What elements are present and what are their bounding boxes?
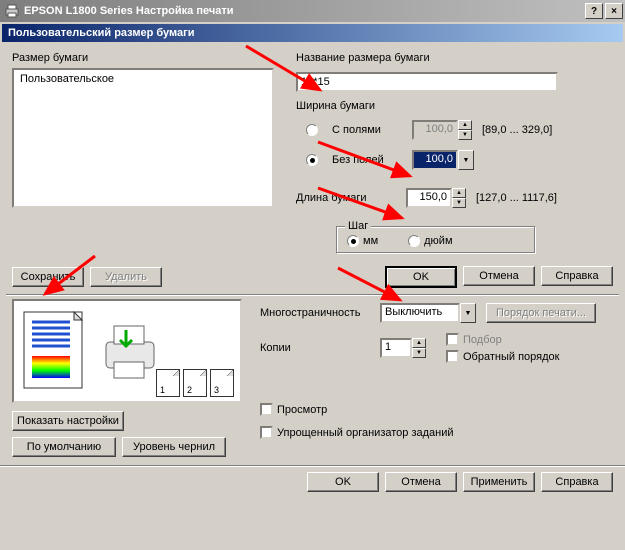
borderless-radio[interactable] <box>306 154 318 166</box>
size-name-label: Название размера бумаги <box>296 52 613 64</box>
cancel-button[interactable]: Отмена <box>463 266 535 286</box>
copies-spinner[interactable]: 1 ▲▼ <box>380 338 426 358</box>
length-range: [127,0 ... 1117,6] <box>476 192 557 204</box>
ok-button[interactable]: OK <box>385 266 457 288</box>
unit-label: Шаг <box>345 220 371 232</box>
multipage-combo[interactable]: Выключить ▼ <box>380 303 476 323</box>
help-button-upper[interactable]: Справка <box>541 266 613 286</box>
chevron-down-icon: ▼ <box>458 150 474 170</box>
length-spinner[interactable]: 150,0 ▲▼ <box>406 188 466 208</box>
dialog-button-bar: OK Отмена Применить Справка <box>0 465 625 498</box>
custom-size-panel: Размер бумаги Пользовательское Название … <box>0 44 625 292</box>
preview-checkbox[interactable] <box>260 403 273 416</box>
unit-fieldset: Шаг мм дюйм <box>336 226 536 254</box>
cancel-button-main[interactable]: Отмена <box>385 472 457 492</box>
ok-button-main[interactable]: OK <box>307 472 379 492</box>
document-preview-icon <box>20 308 90 394</box>
defaults-button[interactable]: По умолчанию <box>12 437 116 457</box>
simple-org-label: Упрощенный организатор заданий <box>277 427 454 439</box>
page-order-button: Порядок печати... <box>486 303 596 323</box>
mm-radio[interactable] <box>347 235 359 247</box>
printer-icon <box>4 3 20 19</box>
reverse-checkbox[interactable] <box>446 350 459 363</box>
delete-button: Удалить <box>90 267 162 287</box>
with-margins-label: С полями <box>332 124 402 136</box>
copies-label: Копии <box>260 342 370 354</box>
paper-size-label: Размер бумаги <box>12 52 274 64</box>
ink-levels-button[interactable]: Уровень чернил <box>122 437 226 457</box>
apply-button[interactable]: Применить <box>463 472 535 492</box>
paper-size-list[interactable]: Пользовательское <box>12 68 274 208</box>
multipage-label: Многостраничность <box>260 307 370 319</box>
reverse-label: Обратный порядок <box>463 351 559 363</box>
width-label: Ширина бумаги <box>296 100 613 112</box>
help-button-main[interactable]: Справка <box>541 472 613 492</box>
preview-label: Просмотр <box>277 404 327 416</box>
length-label: Длина бумаги <box>296 192 396 204</box>
spin-down-icon[interactable]: ▼ <box>452 198 466 208</box>
borderless-label: Без полей <box>332 154 402 166</box>
inch-label: дюйм <box>424 235 452 247</box>
help-button[interactable]: ? <box>585 3 603 19</box>
simple-org-checkbox[interactable] <box>260 426 273 439</box>
section-header: Пользовательский размер бумаги <box>2 24 623 42</box>
mm-label: мм <box>363 235 378 247</box>
collate-checkbox[interactable] <box>446 333 459 346</box>
list-item[interactable]: Пользовательское <box>18 72 268 86</box>
window-title: EPSON L1800 Series Настройка печати <box>24 5 585 17</box>
close-button[interactable]: × <box>605 3 623 19</box>
show-settings-button[interactable]: Показать настройки <box>12 411 124 431</box>
preview-box: 1 2 3 <box>12 299 242 403</box>
chevron-down-icon: ▼ <box>460 303 476 323</box>
print-options-panel: 1 2 3 Показать настройки По умолчанию Ур… <box>0 295 625 465</box>
titlebar: EPSON L1800 Series Настройка печати ? × <box>0 0 625 22</box>
width-borderless-spinner[interactable]: 100,0 ▼ <box>412 150 474 170</box>
collate-label: Подбор <box>463 334 502 346</box>
page-order-icons: 1 2 3 <box>156 369 234 397</box>
width-margins-range: [89,0 ... 329,0] <box>482 124 552 136</box>
size-name-input[interactable] <box>296 72 558 92</box>
inch-radio[interactable] <box>408 235 420 247</box>
spin-up-icon[interactable]: ▲ <box>452 188 466 198</box>
with-margins-radio[interactable] <box>306 124 318 136</box>
save-button[interactable]: Сохранить <box>12 267 84 287</box>
width-margins-spinner: 100,0 ▲▼ <box>412 120 472 140</box>
